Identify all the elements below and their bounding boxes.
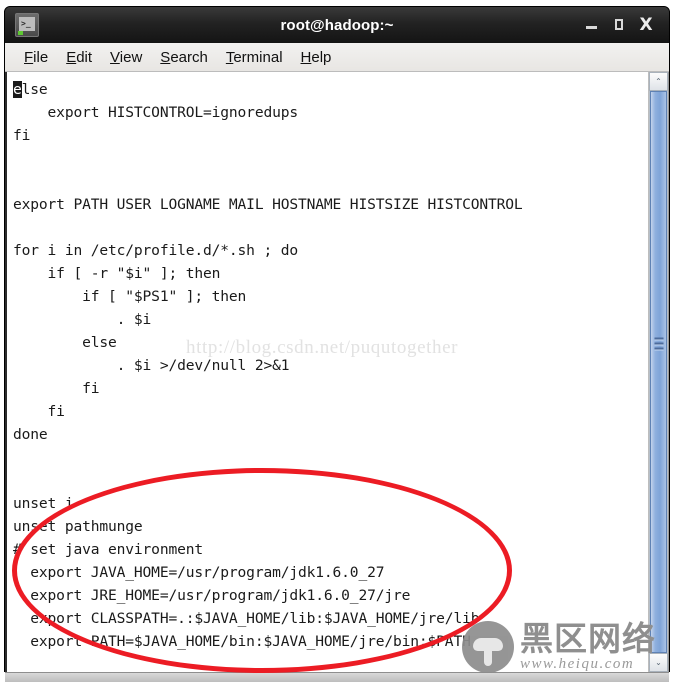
- terminal-line: export JRE_HOME=/usr/program/jdk1.6.0_27…: [13, 587, 411, 604]
- terminal-line: export HISTCONTROL=ignoredups: [13, 104, 299, 121]
- window-statusbar: [5, 672, 669, 682]
- menu-item-edit[interactable]: Edit: [57, 47, 101, 68]
- menu-item-search[interactable]: Search: [151, 47, 217, 68]
- terminal-line: if [ "$PS1" ]; then: [13, 288, 247, 305]
- screenshot-root: >_ root@hadoop:~ X File Edit View Search…: [0, 0, 674, 682]
- terminal-line: export CLASSPATH=.:$JAVA_HOME/lib:$JAVA_…: [13, 610, 480, 627]
- terminal-line: . $i: [13, 311, 152, 328]
- terminal-icon-led: [18, 31, 23, 35]
- terminal-window: >_ root@hadoop:~ X File Edit View Search…: [4, 6, 670, 682]
- terminal-body: else export HISTCONTROL=ignoredups fi expo…: [5, 72, 669, 672]
- terminal-line: fi: [13, 127, 31, 144]
- vertical-scrollbar[interactable]: ⌃ ⌄: [648, 72, 668, 672]
- minimize-button[interactable]: [585, 18, 599, 32]
- menu-item-view[interactable]: View: [101, 47, 151, 68]
- terminal-line: unset i: [13, 495, 74, 512]
- terminal-line: done: [13, 426, 48, 443]
- menubar: File Edit View Search Terminal Help: [5, 43, 669, 72]
- menu-item-file[interactable]: File: [15, 47, 57, 68]
- terminal-line: export PATH=$JAVA_HOME/bin:$JAVA_HOME/jr…: [13, 633, 471, 650]
- terminal-line: . $i >/dev/null 2>&1: [13, 357, 290, 374]
- terminal-cursor: e: [13, 81, 22, 98]
- terminal-line: if [ -r "$i" ]; then: [13, 265, 221, 282]
- terminal-line: export JAVA_HOME=/usr/program/jdk1.6.0_2…: [13, 564, 385, 581]
- window-controls: X: [585, 17, 663, 34]
- terminal-output[interactable]: else export HISTCONTROL=ignoredups fi expo…: [7, 72, 648, 672]
- menu-item-help[interactable]: Help: [292, 47, 341, 68]
- window-titlebar[interactable]: >_ root@hadoop:~ X: [5, 7, 669, 43]
- scroll-down-icon[interactable]: ⌄: [649, 653, 668, 672]
- terminal-line: else: [9, 78, 648, 101]
- terminal-icon: >_: [15, 13, 39, 37]
- terminal-line: for i in /etc/profile.d/*.sh ; do: [13, 242, 298, 259]
- terminal-line: fi: [13, 380, 100, 397]
- terminal-line: unset pathmunge: [13, 518, 143, 535]
- terminal-line: fi: [13, 403, 65, 420]
- scrollbar-thumb[interactable]: [650, 91, 667, 653]
- terminal-line: # set java environment: [13, 541, 203, 558]
- maximize-button[interactable]: [612, 18, 626, 32]
- window-title: root@hadoop:~: [280, 16, 394, 34]
- close-button[interactable]: X: [639, 17, 653, 34]
- terminal-line: else: [13, 334, 117, 351]
- scrollbar-track[interactable]: [649, 91, 668, 653]
- terminal-line: export PATH USER LOGNAME MAIL HOSTNAME H…: [13, 196, 523, 213]
- menu-item-terminal[interactable]: Terminal: [217, 47, 292, 68]
- terminal-icon-prompt-glyph: >_: [21, 19, 31, 28]
- scrollbar-grip-icon: [654, 336, 663, 353]
- scroll-up-icon[interactable]: ⌃: [649, 72, 668, 91]
- terminal-line-text: lse: [21, 81, 48, 98]
